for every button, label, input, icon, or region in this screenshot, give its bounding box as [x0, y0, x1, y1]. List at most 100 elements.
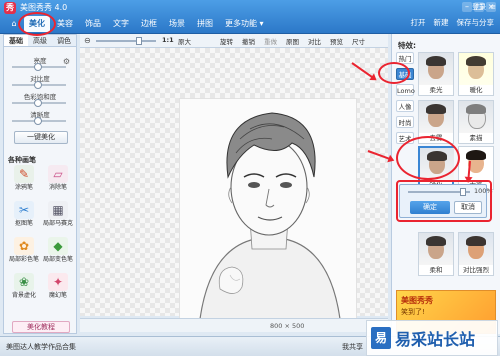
- category-lomo[interactable]: Lomo: [396, 84, 415, 96]
- app-logo: 秀: [4, 2, 16, 14]
- brightness-slider[interactable]: 亮度: [4, 55, 76, 71]
- recolor-brush-tool[interactable]: ◆ 局部变色笔: [42, 237, 74, 269]
- tab-collage[interactable]: 拼图: [192, 16, 218, 32]
- zoom-track[interactable]: [96, 40, 156, 42]
- tool-label: 局部变色笔: [42, 256, 73, 263]
- sharpness-slider[interactable]: 清晰度: [4, 109, 76, 125]
- magic-wand-icon: ✦: [48, 273, 68, 291]
- tool-label: 背景虚化: [11, 292, 36, 299]
- zoom-icon: ⊖: [84, 36, 91, 45]
- effect-thumb[interactable]: 素描: [458, 100, 494, 144]
- actual-size-button[interactable]: 原大: [178, 36, 191, 46]
- ad-title: 美图秀秀: [401, 296, 433, 305]
- effect-thumb[interactable]: 柔和: [418, 232, 454, 276]
- tab-text[interactable]: 文字: [108, 16, 134, 32]
- left-subtabs: 基础 高级 调色: [4, 35, 76, 47]
- slider-knob[interactable]: [34, 81, 42, 89]
- tab-scene[interactable]: 场景: [164, 16, 190, 32]
- left-panel: 基础 高级 调色 ⚙ 亮度 对比度 色彩饱和度 清晰度 一键美化 各种画笔 ✎ …: [3, 34, 77, 334]
- maximize-icon[interactable]: □: [474, 2, 484, 12]
- thumb-label: 柔光: [429, 86, 443, 94]
- ad-subtitle: 笑到了!: [401, 308, 425, 316]
- share-link[interactable]: 我共享: [342, 342, 363, 352]
- tab-accessories[interactable]: 饰品: [80, 16, 106, 32]
- size-button[interactable]: 尺寸: [352, 36, 365, 46]
- undo-button[interactable]: 撤销: [242, 36, 255, 46]
- site-watermark: 易 易采站长站: [366, 320, 498, 356]
- tutorial-button[interactable]: 美化教程: [12, 321, 70, 333]
- ratio-button[interactable]: 1:1: [162, 36, 174, 44]
- thumb-label: 柔和: [429, 266, 443, 274]
- color-brush-tool[interactable]: ✿ 局部彩色笔: [8, 237, 40, 269]
- new-button[interactable]: 新建: [434, 17, 449, 29]
- thumb-label: 对比强烈: [463, 266, 489, 274]
- tool-label: 涂鸦笔: [14, 184, 33, 191]
- original-button[interactable]: 原图: [286, 36, 299, 46]
- effects-title: 特效:: [398, 41, 416, 50]
- thumb-label: 暖化: [469, 86, 483, 94]
- annotation-circle-tab: [18, 12, 56, 36]
- thumb-image: [419, 101, 453, 133]
- cutout-brush-tool[interactable]: ✂ 抠图笔: [8, 201, 40, 233]
- news-ticker[interactable]: 美图达人教学作品合集: [6, 342, 76, 352]
- preview-button[interactable]: 预览: [330, 36, 343, 46]
- eraser-icon: ▱: [48, 165, 68, 183]
- mosaic-icon: ▦: [48, 201, 68, 219]
- tool-label: 局部马赛克: [42, 220, 73, 227]
- category-portrait[interactable]: 人像: [396, 100, 414, 112]
- rotate-button[interactable]: 旋转: [220, 36, 233, 46]
- magic-brush-tool[interactable]: ✦ 魔幻笔: [42, 273, 74, 305]
- brushes-title: 各种画笔: [8, 156, 36, 164]
- minimize-icon[interactable]: –: [462, 2, 472, 12]
- category-fashion[interactable]: 时尚: [396, 116, 414, 128]
- effect-thumb[interactable]: 对比强烈: [458, 232, 494, 276]
- brush-icon: ✎: [14, 165, 34, 183]
- slider-knob[interactable]: [34, 99, 42, 107]
- slider-knob[interactable]: [34, 63, 42, 71]
- mosaic-brush-tool[interactable]: ▦ 局部马赛克: [42, 201, 74, 233]
- effect-thumb[interactable]: 暖化: [458, 52, 494, 96]
- file-actions: 打开 新建 保存与分享: [411, 17, 495, 29]
- image-dimensions: 800 × 500: [270, 322, 305, 330]
- contrast-slider[interactable]: 对比度: [4, 73, 76, 89]
- save-share-button[interactable]: 保存与分享: [457, 17, 495, 29]
- thumb-image: [459, 233, 493, 265]
- annotation-circle-thumb: [396, 136, 460, 180]
- title-bar: 秀 美图秀秀 4.0 登录 ≡ – □ × ⌂ 美化 美容 饰品 文字 边框 场…: [0, 0, 500, 34]
- subtab-color[interactable]: 调色: [52, 35, 76, 46]
- annotation-box-popup: [396, 180, 492, 222]
- color-brush-icon: ✿: [14, 237, 34, 255]
- saturation-slider[interactable]: 色彩饱和度: [4, 91, 76, 107]
- open-button[interactable]: 打开: [411, 17, 426, 29]
- subtab-advanced[interactable]: 高级: [28, 35, 52, 46]
- tool-label: 消除笔: [48, 184, 67, 191]
- zoom-knob[interactable]: [136, 37, 142, 45]
- watermark-logo-icon: 易: [371, 327, 391, 349]
- canvas-statusbar: 800 × 500: [80, 318, 388, 332]
- doodle-brush-tool[interactable]: ✎ 涂鸦笔: [8, 165, 40, 197]
- thumb-image: [459, 101, 493, 133]
- photo-sketch[interactable]: [179, 98, 357, 320]
- redo-button[interactable]: 重做: [264, 36, 277, 46]
- thumb-image: [419, 233, 453, 265]
- scissors-icon: ✂: [14, 201, 34, 219]
- one-key-beautify-button[interactable]: 一键美化: [14, 131, 68, 144]
- annotation-circle-category: [378, 62, 410, 84]
- brush-tools: ✎ 涂鸦笔 ▱ 消除笔 ✂ 抠图笔 ▦ 局部马赛克 ✿ 局部彩色笔 ◆ 局部变色…: [8, 165, 74, 305]
- effect-thumb[interactable]: 柔光: [418, 52, 454, 96]
- thumb-label: 素描: [469, 134, 483, 142]
- thumb-image: [419, 53, 453, 85]
- close-icon[interactable]: ×: [486, 2, 496, 12]
- tab-more[interactable]: 更多功能 ▾: [220, 16, 269, 32]
- slider-knob[interactable]: [34, 117, 42, 125]
- tab-border[interactable]: 边框: [136, 16, 162, 32]
- canvas-toolbar: ⊖ 1:1 原大 旋转 撤销 重做 原图 对比 预览 尺寸: [80, 34, 388, 48]
- eraser-brush-tool[interactable]: ▱ 消除笔: [42, 165, 74, 197]
- thumb-image: [459, 53, 493, 85]
- compare-button[interactable]: 对比: [308, 36, 321, 46]
- tool-label: 魔幻笔: [48, 292, 67, 299]
- thumb-image: [459, 147, 493, 179]
- subtab-basic[interactable]: 基础: [4, 35, 28, 46]
- tool-label: 抠图笔: [14, 220, 33, 227]
- background-blur-tool[interactable]: ❀ 背景虚化: [8, 273, 40, 305]
